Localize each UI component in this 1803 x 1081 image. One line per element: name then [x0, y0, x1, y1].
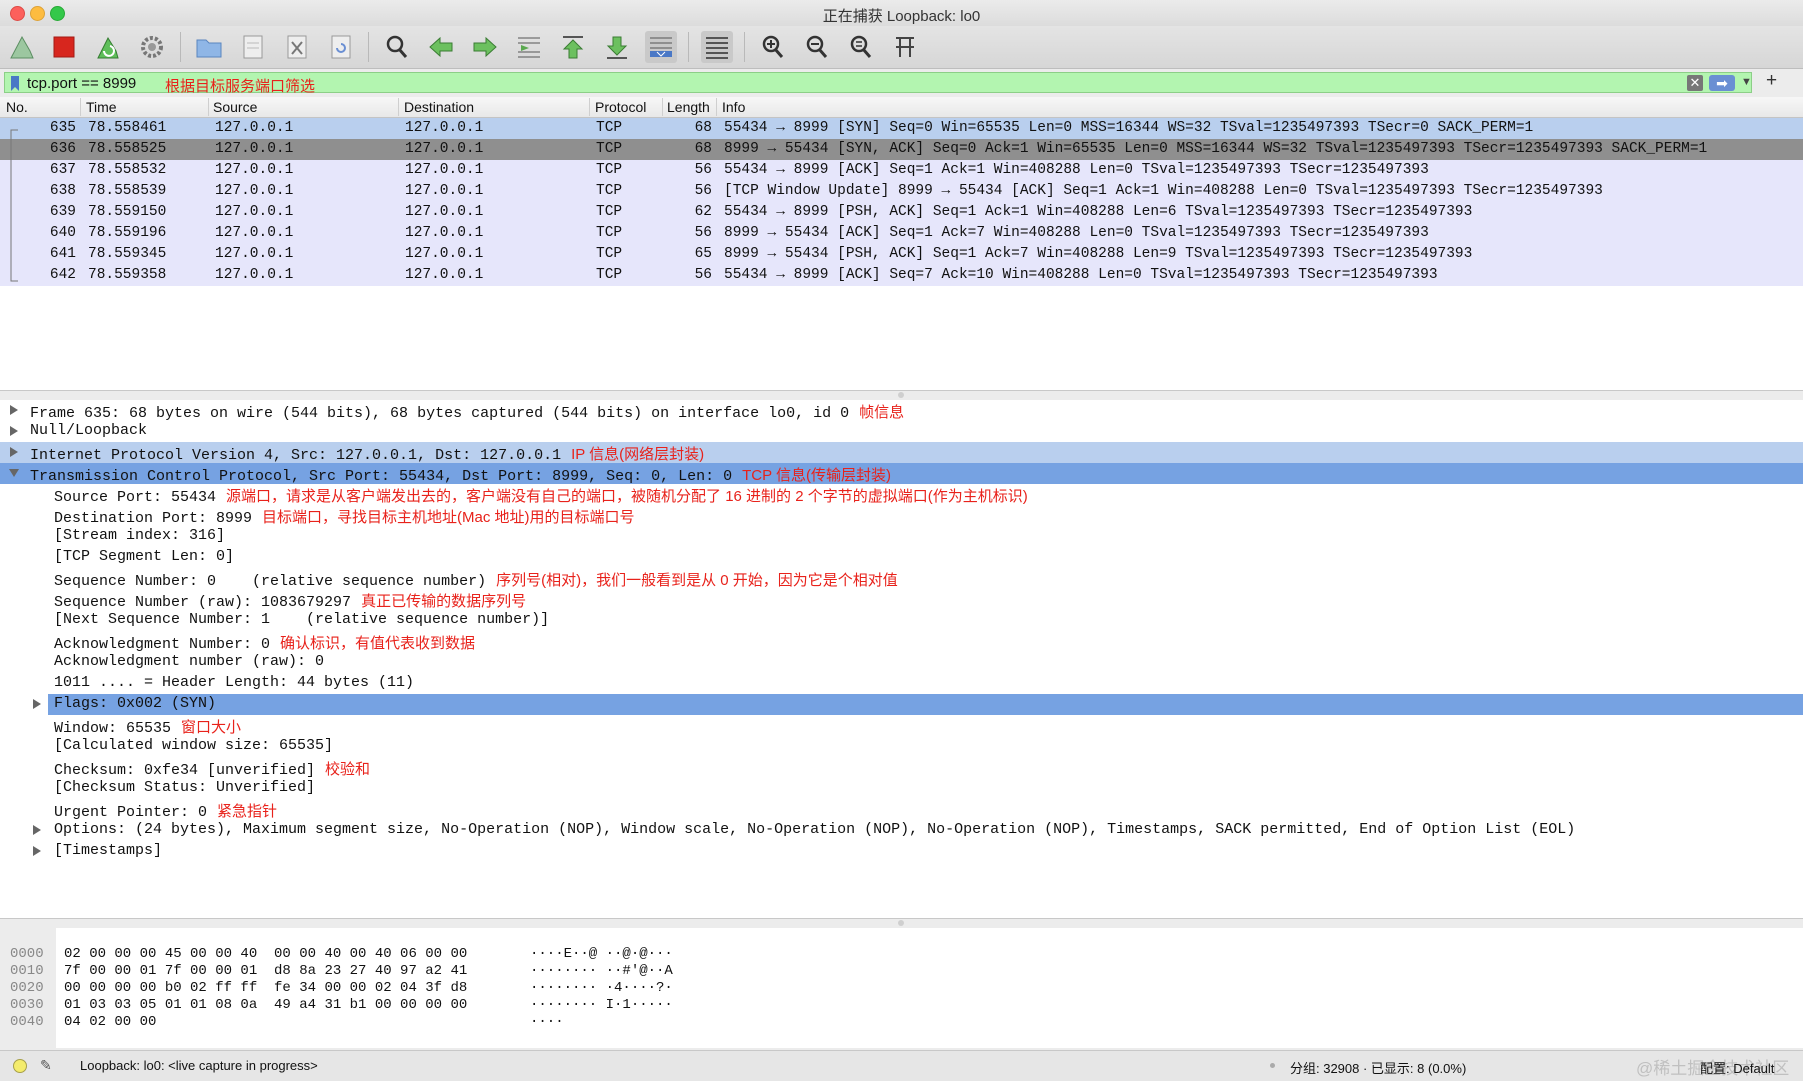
resize-columns-icon[interactable] [889, 31, 921, 63]
window-title: 正在捕获 Loopback: lo0 [822, 8, 981, 25]
status-separator-dot [1270, 1063, 1275, 1068]
close-file-icon[interactable] [281, 31, 313, 63]
tree-item-tcp[interactable]: Transmission Control Protocol, Src Port:… [0, 463, 1803, 485]
first-packet-icon[interactable] [557, 31, 589, 63]
reload-icon[interactable] [325, 31, 357, 63]
filter-expression: tcp.port == 8999 [27, 75, 137, 92]
tree-item-window[interactable]: Window: 65535 窗口大小 [0, 715, 1803, 737]
expand-arrow-icon[interactable] [10, 405, 18, 415]
pane-splitter-handle[interactable] [898, 392, 904, 398]
display-filter-bar: tcp.port == 8999 根据目标服务端口筛选 ✕ ➡ ▼ + [0, 70, 1803, 96]
toolbar-separator [180, 32, 181, 62]
hex-row[interactable]: 0030 01 03 03 05 01 01 08 0a 49 a4 31 b1 … [0, 981, 673, 1013]
shark-fin-start-icon[interactable] [6, 31, 38, 63]
profile-selector[interactable]: 配置: Default [1700, 1058, 1774, 1077]
apply-filter-icon[interactable]: ➡ [1709, 75, 1735, 91]
colorize-icon[interactable] [701, 31, 733, 63]
tree-item-segment-len[interactable]: [TCP Segment Len: 0] [0, 547, 1803, 568]
collapse-arrow-icon[interactable] [9, 469, 19, 477]
expert-info-led-icon[interactable] [13, 1059, 27, 1073]
toolbar-separator [744, 32, 745, 62]
tree-item-ack-raw[interactable]: Acknowledgment number (raw): 0 [0, 652, 1803, 673]
tree-item-sequence-number[interactable]: Sequence Number: 0 (relative sequence nu… [0, 568, 1803, 590]
packet-list: No. Time Source Destination Protocol Len… [0, 97, 1803, 391]
column-protocol[interactable]: Protocol [595, 99, 646, 115]
tree-item-ack-number[interactable]: Acknowledgment Number: 0 确认标识，有值代表收到数据 [0, 631, 1803, 653]
autoscroll-icon[interactable] [645, 31, 677, 63]
packet-row[interactable]: 637 78.558532 127.0.0.1 127.0.0.1 TCP 56 55434… [0, 160, 1803, 181]
zoom-out-icon[interactable] [801, 31, 833, 63]
toolbar-separator [368, 32, 369, 62]
open-folder-icon[interactable] [193, 31, 225, 63]
bookmark-icon[interactable] [11, 76, 19, 91]
tree-item-checksum[interactable]: Checksum: 0xfe34 [unverified] 校验和 [0, 757, 1803, 779]
packet-row[interactable]: 635 78.558461 127.0.0.1 127.0.0.1 TCP 68 55434… [0, 118, 1803, 139]
hex-row[interactable]: 0000 02 00 00 00 45 00 00 40 00 00 40 00 … [0, 930, 673, 962]
tree-item-ipv4[interactable]: Internet Protocol Version 4, Src: 127.0.… [0, 442, 1803, 464]
packet-bytes-pane: 0000 02 00 00 00 45 00 00 40 00 00 40 00 … [0, 928, 1803, 1048]
toolbar-separator [688, 32, 689, 62]
packet-list-header: No. Time Source Destination Protocol Len… [0, 97, 1803, 118]
save-file-icon[interactable] [237, 31, 269, 63]
hex-row[interactable]: 0010 7f 00 00 01 7f 00 00 01 d8 8a 23 27 … [0, 947, 673, 979]
pane-splitter-handle[interactable] [898, 920, 904, 926]
hex-row[interactable]: 0040 04 02 00 00 ···· [0, 998, 564, 1030]
zoom-in-icon[interactable] [757, 31, 789, 63]
packet-row[interactable]: 641 78.559345 127.0.0.1 127.0.0.1 TCP 65 8999 … [0, 244, 1803, 265]
find-icon[interactable] [381, 31, 413, 63]
expand-arrow-icon[interactable] [10, 447, 18, 457]
tree-item-timestamps[interactable]: [Timestamps] [0, 841, 1803, 862]
forward-arrow-icon[interactable] [469, 31, 501, 63]
column-source[interactable]: Source [213, 99, 257, 115]
title-bar: 正在捕获 Loopback: lo0 [0, 0, 1803, 26]
tree-item-next-sequence[interactable]: [Next Sequence Number: 1 (relative seque… [0, 610, 1803, 631]
column-destination[interactable]: Destination [404, 99, 474, 115]
packet-stats: 分组: 32908 · 已显示: 8 (0.0%) [1290, 1061, 1467, 1076]
capture-comment-icon[interactable]: ✎ [40, 1057, 52, 1074]
column-time[interactable]: Time [86, 99, 117, 115]
tree-item-header-length[interactable]: 1011 .... = Header Length: 44 bytes (11) [0, 673, 1803, 694]
main-toolbar [0, 26, 1803, 69]
zoom-normal-icon[interactable] [845, 31, 877, 63]
tree-item-source-port[interactable]: Source Port: 55434 源端口，请求是从客户端发出去的，客户端没有自… [0, 484, 1803, 506]
status-bar: ✎ Loopback: lo0: <live capture in progre… [0, 1050, 1803, 1081]
expand-arrow-icon[interactable] [33, 699, 41, 709]
last-packet-icon[interactable] [601, 31, 633, 63]
tree-item-frame[interactable]: Frame 635: 68 bytes on wire (544 bits), … [0, 400, 1803, 422]
column-no[interactable]: No. [6, 99, 28, 115]
hex-row[interactable]: 0020 00 00 00 00 b0 02 ff ff fe 34 00 00 … [0, 964, 673, 996]
tree-item-calculated-window[interactable]: [Calculated window size: 65535] [0, 736, 1803, 757]
filter-annotation: 根据目标服务端口筛选 [165, 78, 316, 95]
add-filter-button-icon[interactable]: + [1766, 70, 1777, 92]
tree-item-sequence-raw[interactable]: Sequence Number (raw): 1083679297 真正已传输的数… [0, 589, 1803, 611]
tree-item-stream-index[interactable]: [Stream index: 316] [0, 526, 1803, 547]
options-gear-icon[interactable] [136, 31, 168, 63]
conversation-bracket [10, 129, 18, 282]
column-info[interactable]: Info [722, 99, 745, 115]
display-filter-input[interactable]: tcp.port == 8999 根据目标服务端口筛选 ✕ ➡ ▼ [4, 72, 1752, 95]
back-arrow-icon[interactable] [425, 31, 457, 63]
tree-item-urgent-pointer[interactable]: Urgent Pointer: 0 紧急指针 [0, 799, 1803, 821]
tree-item-options[interactable]: Options: (24 bytes), Maximum segment siz… [0, 820, 1803, 841]
tree-item-flags[interactable]: Flags: 0x002 (SYN) [48, 694, 1803, 715]
clear-filter-icon[interactable]: ✕ [1687, 75, 1703, 91]
capture-status: Loopback: lo0: <live capture in progress… [80, 1058, 318, 1073]
tree-item-null-loopback[interactable]: Null/Loopback [0, 421, 1803, 442]
packet-row[interactable]: 639 78.559150 127.0.0.1 127.0.0.1 TCP 62 55434… [0, 202, 1803, 223]
packet-row[interactable]: 642 78.559358 127.0.0.1 127.0.0.1 TCP 56 55434… [0, 265, 1803, 286]
expand-arrow-icon[interactable] [33, 846, 41, 856]
tree-item-destination-port[interactable]: Destination Port: 8999 目标端口，寻找目标主机地址(Mac … [0, 505, 1803, 527]
packet-details-tree: Frame 635: 68 bytes on wire (544 bits), … [0, 400, 1803, 919]
restart-icon[interactable] [92, 31, 124, 63]
tree-item-checksum-status[interactable]: [Checksum Status: Unverified] [0, 778, 1803, 799]
packet-row[interactable]: 640 78.559196 127.0.0.1 127.0.0.1 TCP 56 8999 … [0, 223, 1803, 244]
stop-icon[interactable] [48, 31, 80, 63]
goto-packet-icon[interactable] [513, 31, 545, 63]
column-length[interactable]: Length [667, 99, 715, 115]
packet-row[interactable]: 636 78.558525 127.0.0.1 127.0.0.1 TCP 68 8999 … [0, 139, 1803, 160]
packet-row[interactable]: 638 78.558539 127.0.0.1 127.0.0.1 TCP 56 [TCP … [0, 181, 1803, 202]
expand-arrow-icon[interactable] [33, 825, 41, 835]
chevron-down-icon[interactable]: ▼ [1741, 76, 1752, 88]
expand-arrow-icon[interactable] [10, 426, 18, 436]
